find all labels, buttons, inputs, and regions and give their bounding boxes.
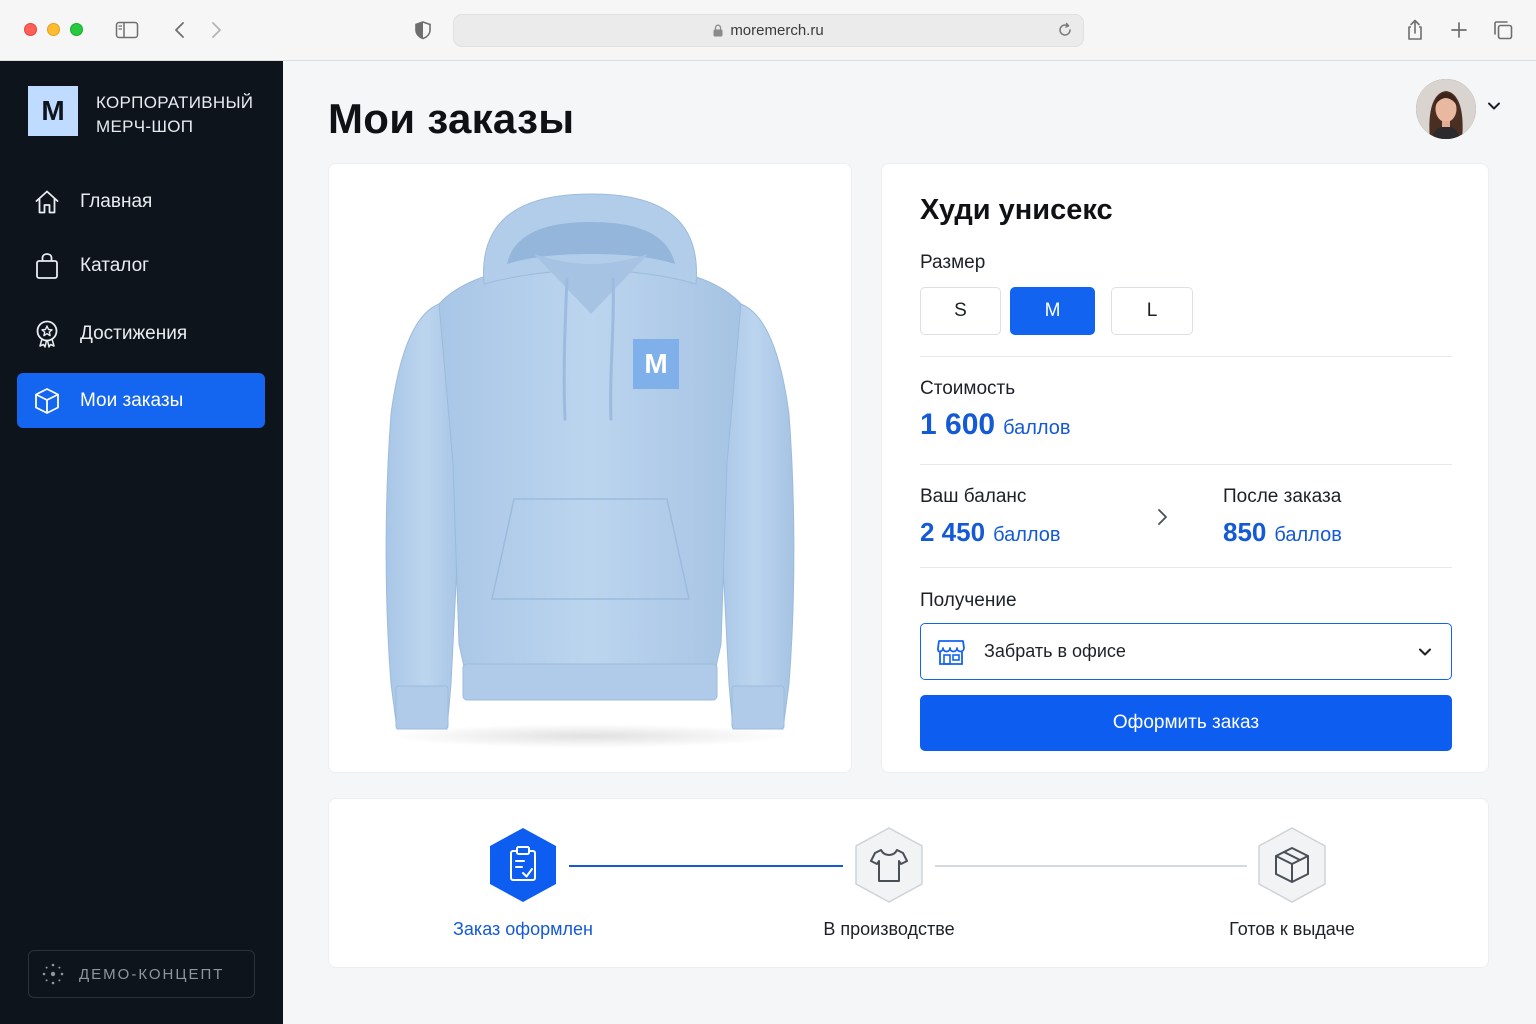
- order-status-tracker: Заказ оформлен В производстве Готов к вы…: [328, 798, 1489, 968]
- cost-value: 1 600 баллов: [920, 408, 1071, 442]
- brand-name-line1: КОРПОРАТИВНЫЙ: [96, 93, 254, 112]
- sidebar-item-achievements[interactable]: Достижения: [17, 306, 265, 361]
- progress-line-complete: [569, 865, 843, 867]
- sidebar-toggle-icon[interactable]: [115, 18, 139, 42]
- tab-overview-icon[interactable]: [1491, 18, 1515, 42]
- balance-label: Ваш баланс: [920, 486, 1027, 507]
- address-bar[interactable]: moremerch.ru: [453, 14, 1084, 47]
- size-option-m[interactable]: M: [1010, 287, 1095, 335]
- after-order-unit: баллов: [1274, 524, 1342, 546]
- delivery-select[interactable]: Забрать в офисе: [920, 623, 1452, 680]
- storefront-icon: [936, 638, 966, 666]
- zoom-window-button[interactable]: [70, 23, 83, 36]
- after-order-label: После заказа: [1223, 486, 1342, 507]
- page-title: Мои заказы: [328, 95, 575, 142]
- balance-unit: баллов: [993, 524, 1061, 546]
- size-option-s[interactable]: S: [920, 287, 1001, 335]
- after-order-value: 850 баллов: [1223, 517, 1342, 548]
- size-label: Размер: [920, 252, 986, 273]
- chevron-down-icon: [1417, 646, 1433, 658]
- step-ready-icon: [1258, 827, 1326, 903]
- main-content: Мои заказы M Худи унисекс Размер S M L С…: [283, 61, 1536, 1024]
- privacy-shield-icon[interactable]: [411, 18, 435, 42]
- progress-line-pending: [935, 865, 1247, 867]
- delivery-label: Получение: [920, 590, 1017, 611]
- brand-name: КОРПОРАТИВНЫЙ МЕРЧ-ШОП: [96, 91, 253, 139]
- sparkle-icon: [41, 962, 65, 986]
- sidebar-item-home[interactable]: Главная: [17, 174, 265, 229]
- order-details-card: Худи унисекс Размер S M L Стоимость 1 60…: [881, 163, 1489, 773]
- sidebar: M КОРПОРАТИВНЫЙ МЕРЧ-ШОП Главная Каталог…: [0, 61, 283, 1024]
- user-avatar[interactable]: [1416, 79, 1476, 139]
- url-text: moremerch.ru: [730, 22, 824, 39]
- sidebar-item-label: Мои заказы: [80, 389, 184, 411]
- cost-label: Стоимость: [920, 378, 1016, 399]
- new-tab-icon[interactable]: [1447, 18, 1471, 42]
- chevron-right-icon: [1155, 507, 1169, 532]
- divider: [920, 567, 1452, 568]
- sidebar-item-my-orders[interactable]: Мои заказы: [17, 373, 265, 428]
- sidebar-item-label: Главная: [80, 190, 153, 212]
- place-order-button[interactable]: Оформить заказ: [920, 695, 1452, 751]
- account-menu-chevron-down-icon[interactable]: [1486, 99, 1502, 117]
- delivery-selected-value: Забрать в офисе: [984, 641, 1126, 661]
- sidebar-item-label: Достижения: [80, 322, 188, 344]
- after-order-amount: 850: [1223, 517, 1267, 547]
- brand-name-line2: МЕРЧ-ШОП: [96, 117, 194, 136]
- balance-value: 2 450 баллов: [920, 517, 1061, 548]
- step-ordered-label: Заказ оформлен: [453, 919, 593, 939]
- demo-concept-badge: ДЕМО-КОНЦЕПТ: [28, 950, 255, 998]
- divider: [920, 464, 1452, 465]
- reload-icon[interactable]: [1057, 22, 1073, 42]
- step-ready-label: Готов к выдаче: [1229, 919, 1355, 939]
- size-option-l[interactable]: L: [1111, 287, 1193, 335]
- balance-amount: 2 450: [920, 517, 986, 547]
- hoodie-logo-letter: M: [644, 348, 668, 379]
- hoodie-image: [385, 193, 795, 748]
- back-arrow-icon[interactable]: [168, 18, 192, 42]
- share-icon[interactable]: [1403, 18, 1427, 42]
- step-production-icon: [855, 827, 923, 903]
- cost-amount: 1 600: [920, 408, 996, 441]
- award-icon: [32, 319, 62, 349]
- shopping-bag-icon: [32, 251, 62, 281]
- close-window-button[interactable]: [24, 23, 37, 36]
- forward-arrow-icon[interactable]: [204, 18, 228, 42]
- product-name: Худи унисекс: [920, 194, 1113, 226]
- sidebar-item-label: Каталог: [80, 254, 150, 276]
- box-icon: [32, 386, 62, 416]
- sidebar-item-catalog[interactable]: Каталог: [17, 238, 265, 293]
- brand-logo[interactable]: M: [28, 86, 78, 136]
- demo-label: ДЕМО-КОНЦЕПТ: [79, 965, 225, 983]
- step-ordered-icon: [490, 828, 556, 902]
- divider: [920, 356, 1452, 357]
- minimize-window-button[interactable]: [47, 23, 60, 36]
- home-icon: [32, 187, 62, 217]
- product-image-card: M: [328, 163, 852, 773]
- browser-toolbar: moremerch.ru: [0, 0, 1536, 61]
- step-production-label: В производстве: [823, 919, 955, 939]
- cost-unit: баллов: [1003, 417, 1071, 439]
- lock-icon: [713, 24, 723, 37]
